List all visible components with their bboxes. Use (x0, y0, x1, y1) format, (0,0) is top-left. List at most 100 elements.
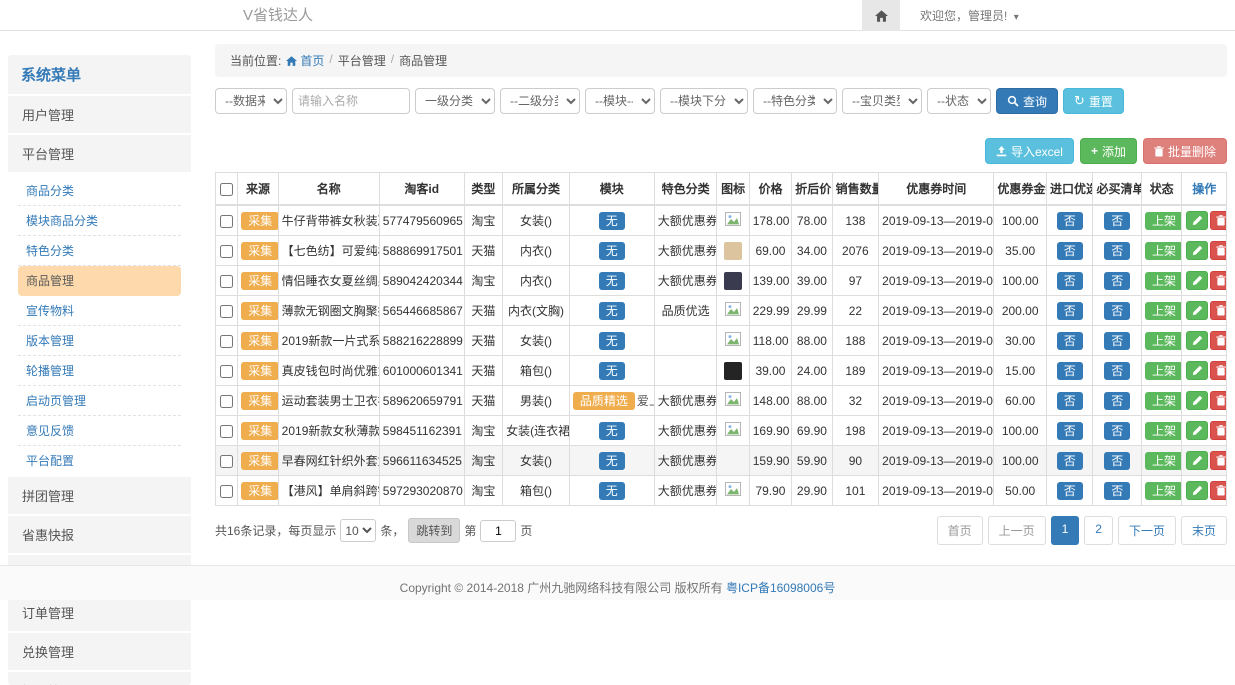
sidebar-item-11[interactable]: 平台配置 (18, 446, 181, 475)
delete-button[interactable] (1210, 421, 1226, 440)
breadcrumb-home-link[interactable]: 首页 (286, 52, 324, 69)
sidebar-item-16[interactable]: 兑换管理 (8, 633, 191, 672)
pager-button-page-1[interactable]: 1 (1051, 516, 1080, 545)
delete-button[interactable] (1210, 331, 1226, 350)
import-badge[interactable]: 否 (1057, 302, 1083, 320)
status-badge[interactable]: 上架 (1145, 212, 1182, 230)
status-badge[interactable]: 上架 (1145, 422, 1182, 440)
delete-button[interactable] (1210, 211, 1226, 230)
per-page-select[interactable]: 10 (340, 519, 376, 542)
delete-button[interactable] (1210, 301, 1226, 320)
row-checkbox[interactable] (220, 485, 233, 498)
import-badge[interactable]: 否 (1057, 242, 1083, 260)
must-buy-badge[interactable]: 否 (1104, 422, 1130, 440)
filter-select-3[interactable]: --二级分类-- (500, 88, 580, 114)
delete-button[interactable] (1210, 391, 1226, 410)
must-buy-badge[interactable]: 否 (1104, 332, 1130, 350)
status-badge[interactable]: 上架 (1145, 482, 1182, 500)
must-buy-badge[interactable]: 否 (1104, 482, 1130, 500)
import-badge[interactable]: 否 (1057, 452, 1083, 470)
must-buy-badge[interactable]: 否 (1104, 272, 1130, 290)
filter-select-4[interactable]: --模块-- (585, 88, 655, 114)
pager-button-page-2[interactable]: 2 (1084, 516, 1113, 545)
import-badge[interactable]: 否 (1057, 212, 1083, 230)
row-checkbox[interactable] (220, 275, 233, 288)
sidebar-item-7[interactable]: 版本管理 (18, 326, 181, 356)
status-badge[interactable]: 上架 (1145, 242, 1182, 260)
edit-button[interactable] (1186, 421, 1208, 440)
name-search-input[interactable] (292, 88, 410, 114)
sidebar-item-3[interactable]: 模块商品分类 (18, 206, 181, 236)
import-excel-button[interactable]: 导入excel (985, 138, 1074, 164)
delete-button[interactable] (1210, 451, 1226, 470)
select-all-checkbox[interactable] (220, 183, 233, 196)
delete-button[interactable] (1210, 361, 1226, 380)
edit-button[interactable] (1186, 331, 1208, 350)
delete-button[interactable] (1210, 481, 1226, 500)
edit-button[interactable] (1186, 481, 1208, 500)
pager-button-5[interactable]: 末页 (1181, 516, 1227, 545)
edit-button[interactable] (1186, 241, 1208, 260)
batch-delete-button[interactable]: 批量删除 (1143, 138, 1227, 164)
edit-button[interactable] (1186, 271, 1208, 290)
pager-button-0[interactable]: 首页 (937, 516, 983, 545)
must-buy-badge[interactable]: 否 (1104, 242, 1130, 260)
status-badge[interactable]: 上架 (1145, 392, 1182, 410)
import-badge[interactable]: 否 (1057, 392, 1083, 410)
pager-button-4[interactable]: 下一页 (1118, 516, 1176, 545)
status-badge[interactable]: 上架 (1145, 272, 1182, 290)
row-checkbox[interactable] (220, 365, 233, 378)
edit-button[interactable] (1186, 301, 1208, 320)
user-menu[interactable]: 欢迎您，管理员! ▾ (920, 7, 1019, 24)
must-buy-badge[interactable]: 否 (1104, 302, 1130, 320)
delete-button[interactable] (1210, 241, 1226, 260)
sidebar-item-5[interactable]: 商品管理 (18, 266, 181, 296)
status-badge[interactable]: 上架 (1145, 362, 1182, 380)
must-buy-badge[interactable]: 否 (1104, 212, 1130, 230)
row-checkbox[interactable] (220, 425, 233, 438)
filter-select-0[interactable]: --数据来源-- (215, 88, 287, 114)
sidebar-item-6[interactable]: 宣传物料 (18, 296, 181, 326)
sidebar-item-17[interactable]: 提现管理 (8, 672, 191, 685)
row-checkbox[interactable] (220, 455, 233, 468)
row-checkbox[interactable] (220, 395, 233, 408)
row-checkbox[interactable] (220, 305, 233, 318)
import-badge[interactable]: 否 (1057, 482, 1083, 500)
sidebar-item-8[interactable]: 轮播管理 (18, 356, 181, 386)
sidebar-item-1[interactable]: 平台管理 (8, 135, 191, 174)
edit-button[interactable] (1186, 211, 1208, 230)
sidebar-item-10[interactable]: 意见反馈 (18, 416, 181, 446)
sidebar-item-9[interactable]: 启动页管理 (18, 386, 181, 416)
icp-link[interactable]: 粤ICP备16098006号 (726, 581, 835, 595)
add-button[interactable]: + 添加 (1080, 138, 1137, 164)
status-badge[interactable]: 上架 (1145, 452, 1182, 470)
edit-button[interactable] (1186, 391, 1208, 410)
import-badge[interactable]: 否 (1057, 272, 1083, 290)
must-buy-badge[interactable]: 否 (1104, 452, 1130, 470)
reset-button[interactable]: ↻ 重置 (1063, 88, 1124, 114)
filter-select-2[interactable]: 一级分类 (415, 88, 495, 114)
row-checkbox[interactable] (220, 215, 233, 228)
sidebar-item-13[interactable]: 省惠快报 (8, 516, 191, 555)
jump-page-input[interactable] (480, 520, 516, 542)
filter-select-8[interactable]: --状态-- (927, 88, 991, 114)
import-badge[interactable]: 否 (1057, 332, 1083, 350)
jump-button[interactable]: 跳转到 (408, 518, 460, 543)
filter-select-7[interactable]: --宝贝类型-- (842, 88, 922, 114)
status-badge[interactable]: 上架 (1145, 332, 1182, 350)
import-badge[interactable]: 否 (1057, 422, 1083, 440)
edit-button[interactable] (1186, 451, 1208, 470)
must-buy-badge[interactable]: 否 (1104, 392, 1130, 410)
sidebar-item-0[interactable]: 用户管理 (8, 96, 191, 135)
pager-button-1[interactable]: 上一页 (988, 516, 1046, 545)
row-checkbox[interactable] (220, 245, 233, 258)
sidebar-item-4[interactable]: 特色分类 (18, 236, 181, 266)
must-buy-badge[interactable]: 否 (1104, 362, 1130, 380)
home-button[interactable] (862, 0, 900, 31)
filter-select-5[interactable]: --模块下分类-- (660, 88, 748, 114)
status-badge[interactable]: 上架 (1145, 302, 1182, 320)
search-button[interactable]: 查询 (996, 88, 1058, 114)
import-badge[interactable]: 否 (1057, 362, 1083, 380)
edit-button[interactable] (1186, 361, 1208, 380)
filter-select-6[interactable]: --特色分类-- (753, 88, 837, 114)
